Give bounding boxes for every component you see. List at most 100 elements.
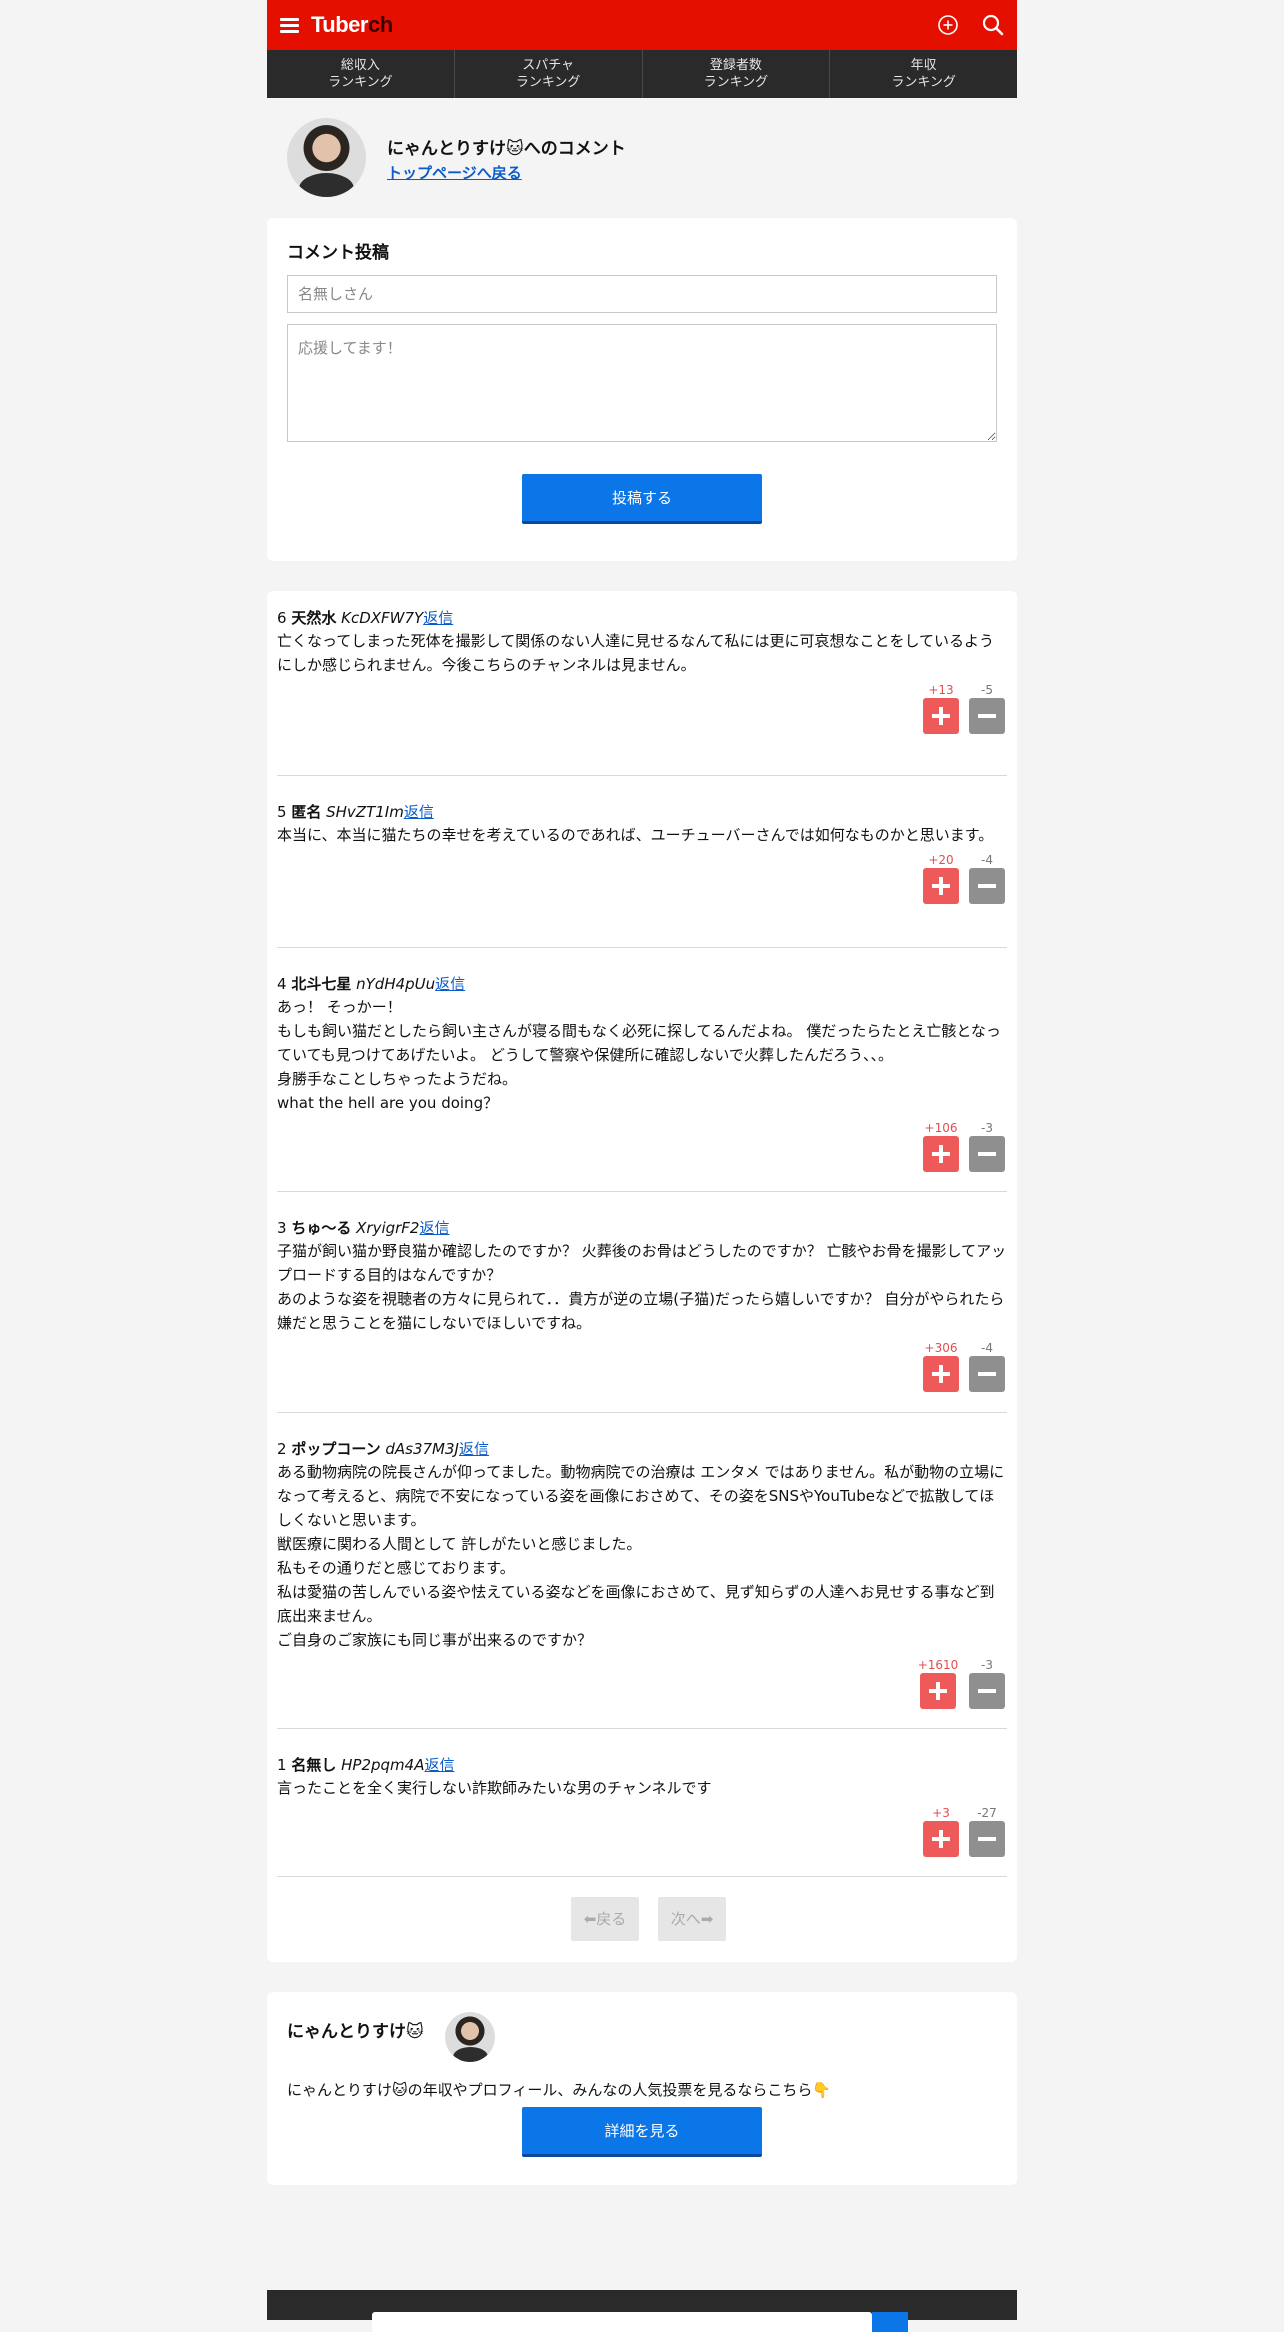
view-details-button[interactable]: 詳細を見る	[522, 2107, 762, 2157]
comment-item: 3 ちゅ〜る XryigrF2返信 子猫が飼い猫か野良猫か確認したのですか？ 火…	[277, 1192, 1007, 1413]
comment-number: 4	[277, 975, 287, 993]
upvote-plus-icon[interactable]	[923, 868, 959, 904]
vote-area: +13 -5	[277, 677, 1007, 745]
reply-link[interactable]: 返信	[459, 1440, 489, 1458]
comment-item: 5 匿名 SHvZT1Im返信 本当に、本当に猫たちの幸せを考えているのであれば…	[277, 776, 1007, 948]
upvote-plus-icon[interactable]	[923, 1356, 959, 1392]
upvote-count: +1610	[917, 1658, 959, 1672]
vote-area: +106 -3	[277, 1115, 1007, 1183]
comment-meta: 1 名無し HP2pqm4A返信	[277, 1754, 1007, 1776]
upvote: +3	[923, 1806, 959, 1857]
top-bar: Tuberch	[267, 0, 1017, 50]
downvote: -5	[969, 683, 1005, 734]
upvote: +20	[923, 853, 959, 904]
footer-search-button[interactable]	[872, 2312, 908, 2332]
comment-meta: 2 ポップコーン dAs37M3J返信	[277, 1438, 1007, 1460]
downvote-minus-icon[interactable]	[969, 868, 1005, 904]
downvote: -4	[969, 853, 1005, 904]
downvote: -3	[969, 1121, 1005, 1172]
nav-total-income-ranking[interactable]: 総収入 ランキング	[267, 50, 455, 98]
prev-page-button[interactable]: ⬅戻る	[571, 1897, 639, 1941]
comment-meta: 4 北斗七星 nYdH4pUu返信	[277, 973, 1007, 995]
downvote-count: -4	[981, 853, 993, 867]
next-page-button[interactable]: 次へ➡	[658, 1897, 726, 1941]
upvote-plus-icon[interactable]	[923, 698, 959, 734]
reply-link[interactable]: 返信	[435, 975, 465, 993]
comment-number: 5	[277, 803, 287, 821]
back-to-top-link[interactable]: トップページへ戻る	[387, 162, 522, 183]
comment-author: ポップコーン	[291, 1440, 381, 1458]
reply-link[interactable]: 返信	[404, 803, 434, 821]
comment-author: 名無し	[291, 1756, 337, 1774]
downvote-minus-icon[interactable]	[969, 1136, 1005, 1172]
reply-link[interactable]: 返信	[424, 1756, 454, 1774]
comment-item: 2 ポップコーン dAs37M3J返信 ある動物病院の院長さんが仰ってました。動…	[277, 1413, 1007, 1729]
add-circle-icon[interactable]	[935, 12, 961, 38]
comment-meta: 5 匿名 SHvZT1Im返信	[277, 801, 1007, 823]
comment-number: 2	[277, 1440, 287, 1458]
comment-body: 亡くなってしまった死体を撮影して関係のない人達に見せるなんて私には更に可哀想なこ…	[277, 632, 995, 674]
comment-item: 1 名無し HP2pqm4A返信 言ったことを全く実行しない詐欺師みたいな男のチ…	[277, 1729, 1007, 1877]
channel-description: にゃんとりすけ🐱の年収やプロフィール、みんなの人気投票を見るならこちら👇	[287, 2081, 832, 2099]
upvote: +1610	[917, 1658, 959, 1709]
profile-header: にゃんとりすけ🐱へのコメント トップページへ戻る	[267, 98, 1017, 218]
upvote: +306	[923, 1341, 959, 1392]
comment-user-id: SHvZT1Im	[326, 803, 404, 821]
upvote: +13	[923, 683, 959, 734]
channel-avatar	[287, 118, 366, 197]
comment-author: 天然水	[291, 609, 337, 627]
reply-link[interactable]: 返信	[419, 1219, 449, 1237]
downvote-count: -3	[981, 1658, 993, 1672]
comment-body: ある動物病院の院長さんが仰ってました。動物病院での治療は エンタメ ではありませ…	[277, 1463, 1005, 1649]
upvote: +106	[923, 1121, 959, 1172]
comments-list: 6 天然水 KcDXFW7Y返信 亡くなってしまった死体を撮影して関係のない人達…	[267, 591, 1017, 1962]
downvote-count: -27	[977, 1806, 997, 1820]
comment-meta: 6 天然水 KcDXFW7Y返信	[277, 607, 1007, 629]
comment-number: 3	[277, 1219, 287, 1237]
comment-textarea[interactable]	[287, 324, 997, 442]
comment-body: 言ったことを全く実行しない詐欺師みたいな男のチャンネルです	[277, 1779, 712, 1797]
downvote-count: -3	[981, 1121, 993, 1135]
comment-form-title: コメント投稿	[287, 243, 389, 263]
channel-info-card: にゃんとりすけ🐱 にゃんとりすけ🐱の年収やプロフィール、みんなの人気投票を見るな…	[267, 1992, 1017, 2185]
downvote-count: -5	[981, 683, 993, 697]
upvote-count: +306	[924, 1341, 958, 1355]
nav-superchat-ranking[interactable]: スパチャ ランキング	[455, 50, 643, 98]
site-logo[interactable]: Tuberch	[311, 12, 393, 38]
channel-avatar-small	[445, 2012, 495, 2062]
search-icon[interactable]	[980, 12, 1006, 38]
comment-number: 6	[277, 609, 287, 627]
comment-author: 北斗七星	[291, 975, 352, 993]
downvote-minus-icon[interactable]	[969, 1821, 1005, 1857]
upvote-count: +106	[924, 1121, 958, 1135]
channel-name: にゃんとりすけ🐱	[287, 2022, 424, 2042]
upvote-plus-icon[interactable]	[923, 1821, 959, 1857]
comment-author: ちゅ〜る	[291, 1219, 352, 1237]
upvote-plus-icon[interactable]	[920, 1673, 956, 1709]
upvote-count: +13	[928, 683, 954, 697]
reply-link[interactable]: 返信	[423, 609, 453, 627]
downvote-minus-icon[interactable]	[969, 1356, 1005, 1392]
comment-body: あっ！ そっかー！ もしも飼い猫だとしたら飼い主さんが寝る間もなく必死に探してる…	[277, 998, 1001, 1112]
comment-meta: 3 ちゅ〜る XryigrF2返信	[277, 1217, 1007, 1239]
submit-comment-button[interactable]: 投稿する	[522, 474, 762, 524]
downvote: -27	[969, 1806, 1005, 1857]
comment-user-id: HP2pqm4A	[341, 1756, 425, 1774]
vote-area: +1610 -3	[277, 1652, 1007, 1720]
upvote-plus-icon[interactable]	[923, 1136, 959, 1172]
footer-search-input[interactable]	[372, 2312, 872, 2332]
upvote-count: +20	[928, 853, 954, 867]
vote-area: +20 -4	[277, 847, 1007, 915]
comment-item: 4 北斗七星 nYdH4pUu返信 あっ！ そっかー！ もしも飼い猫だとしたら飼…	[277, 948, 1007, 1192]
logo-accent-text: ch	[367, 12, 393, 37]
pagination: ⬅戻る 次へ➡	[277, 1877, 1007, 1962]
comment-user-id: XryigrF2	[356, 1219, 420, 1237]
downvote-minus-icon[interactable]	[969, 698, 1005, 734]
hamburger-menu-icon[interactable]	[280, 18, 299, 33]
downvote-minus-icon[interactable]	[969, 1673, 1005, 1709]
nav-annual-income-ranking[interactable]: 年収 ランキング	[830, 50, 1017, 98]
name-input[interactable]	[287, 275, 997, 313]
comment-user-id: dAs37M3J	[385, 1440, 459, 1458]
comment-form-card: コメント投稿 投稿する	[267, 218, 1017, 561]
nav-subscribers-ranking[interactable]: 登録者数 ランキング	[643, 50, 831, 98]
